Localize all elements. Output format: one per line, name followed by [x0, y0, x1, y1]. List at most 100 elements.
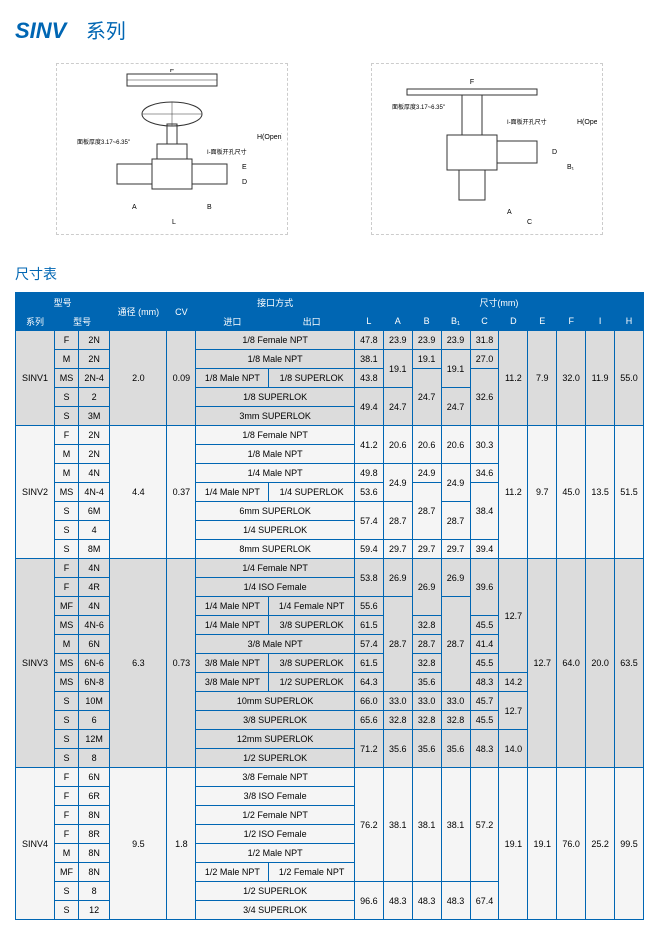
cell-B: 28.7: [412, 635, 441, 654]
cell-model: F: [54, 825, 78, 844]
th-C: C: [470, 312, 499, 331]
cell-connection: 1/4 Female NPT: [196, 559, 355, 578]
cell-B: 28.7: [412, 483, 441, 540]
cell-model: 3M: [79, 407, 110, 426]
cell-connection: 1/4 Male NPT: [196, 464, 355, 483]
technical-drawings: A B L E D H(Open) F 面板厚度3.17~6.35" I-面板开…: [15, 59, 644, 239]
cell-connection: 1/2 Male NPT: [196, 844, 355, 863]
cell-model: 8N: [79, 844, 110, 863]
cell-inlet: 1/4 Male NPT: [196, 597, 269, 616]
cell-I: 20.0: [586, 559, 615, 768]
cell-connection: 1/8 Female NPT: [196, 331, 355, 350]
cell-B: 19.1: [412, 350, 441, 369]
cell-B: 35.6: [412, 673, 441, 692]
cell-inlet: 1/2 Male NPT: [196, 863, 269, 882]
cell-L: 96.6: [354, 882, 383, 920]
cell-model: S: [54, 692, 78, 711]
cell-C: 32.6: [470, 369, 499, 426]
cell-D: 12.7: [499, 559, 528, 673]
cell-series: SINV3: [16, 559, 55, 768]
cell-D: 14.2: [499, 673, 528, 692]
brand-title: SINV: [15, 18, 66, 43]
table-row: SINV2F2N4.40.371/8 Female NPT41.220.620.…: [16, 426, 644, 445]
svg-text:I-面板开孔尺寸: I-面板开孔尺寸: [507, 118, 547, 126]
cell-B: 24.9: [412, 464, 441, 483]
th-F: F: [557, 312, 586, 331]
cell-model: MS: [54, 483, 78, 502]
cell-C: 30.3: [470, 426, 499, 464]
cell-B: 23.9: [412, 331, 441, 350]
cell-model: MF: [54, 863, 78, 882]
cell-A: 28.7: [383, 597, 412, 692]
svg-text:面板厚度3.17~6.35": 面板厚度3.17~6.35": [77, 138, 130, 146]
svg-text:F: F: [170, 69, 174, 74]
cell-connection: 1/8 Male NPT: [196, 445, 355, 464]
cell-B1: 28.7: [441, 502, 470, 540]
cell-H: 55.0: [615, 331, 644, 426]
cell-connection: 1/8 Male NPT: [196, 350, 355, 369]
cell-connection: 1/2 Female NPT: [196, 806, 355, 825]
cell-B: 24.7: [412, 369, 441, 426]
cell-I: 13.5: [586, 426, 615, 559]
cell-model: S: [54, 730, 78, 749]
cell-D: 19.1: [499, 768, 528, 920]
cell-D: 11.2: [499, 426, 528, 559]
page-header: SINV 系列: [15, 15, 644, 44]
cell-L: 61.5: [354, 654, 383, 673]
table-row: SINV3F4N6.30.731/4 Female NPT53.826.926.…: [16, 559, 644, 578]
cell-model: M: [54, 464, 78, 483]
cell-model: 6N-8: [79, 673, 110, 692]
cell-model: 4N-4: [79, 483, 110, 502]
cell-cv: 1.8: [167, 768, 196, 920]
cell-connection: 1/2 ISO Female: [196, 825, 355, 844]
cell-model: 6: [79, 711, 110, 730]
cell-model: S: [54, 711, 78, 730]
cell-model: 4R: [79, 578, 110, 597]
cell-connection: 1/8 Female NPT: [196, 426, 355, 445]
cell-outlet: 1/2 SUPERLOK: [269, 673, 354, 692]
cell-H: 51.5: [615, 426, 644, 559]
cell-model: 2N-4: [79, 369, 110, 388]
cell-C: 45.5: [470, 654, 499, 673]
th-bore: 通径 (mm): [110, 293, 167, 331]
cell-B1: 38.1: [441, 768, 470, 882]
th-D: D: [499, 312, 528, 331]
th-cv: CV: [167, 293, 196, 331]
cell-A: 19.1: [383, 350, 412, 388]
cell-H: 99.5: [615, 768, 644, 920]
cell-C: 45.5: [470, 711, 499, 730]
cell-L: 38.1: [354, 350, 383, 369]
cell-model: 4N: [79, 597, 110, 616]
svg-text:面板厚度3.17~6.35": 面板厚度3.17~6.35": [392, 103, 445, 111]
cell-B1: 32.8: [441, 711, 470, 730]
cell-I: 11.9: [586, 331, 615, 426]
cell-model: 6N-6: [79, 654, 110, 673]
cell-A: 23.9: [383, 331, 412, 350]
cell-E: 7.9: [528, 331, 557, 426]
cell-connection: 10mm SUPERLOK: [196, 692, 355, 711]
cell-C: 39.4: [470, 540, 499, 559]
cell-C: 38.4: [470, 483, 499, 540]
cell-L: 64.3: [354, 673, 383, 692]
cell-B1: 48.3: [441, 882, 470, 920]
svg-text:F: F: [470, 79, 474, 86]
cell-connection: 3/8 SUPERLOK: [196, 711, 355, 730]
cell-L: 66.0: [354, 692, 383, 711]
svg-text:B: B: [207, 204, 212, 211]
cell-model: 10M: [79, 692, 110, 711]
th-model: 型号: [54, 312, 109, 331]
cell-model: M: [54, 445, 78, 464]
dimensions-table: 型号 通径 (mm) CV 接口方式 尺寸(mm) 系列 型号 进口 出口 L …: [15, 292, 644, 920]
th-inlet: 进口: [196, 312, 269, 331]
cell-L: 53.8: [354, 559, 383, 597]
cell-model: MS: [54, 673, 78, 692]
cell-E: 19.1: [528, 768, 557, 920]
th-A: A: [383, 312, 412, 331]
cell-outlet: 1/4 Female NPT: [269, 597, 354, 616]
cell-inlet: 3/8 Male NPT: [196, 673, 269, 692]
cell-model: MF: [54, 597, 78, 616]
cell-model: MS: [54, 654, 78, 673]
cell-B1: 28.7: [441, 597, 470, 692]
cell-A: 38.1: [383, 768, 412, 882]
cell-L: 43.8: [354, 369, 383, 388]
